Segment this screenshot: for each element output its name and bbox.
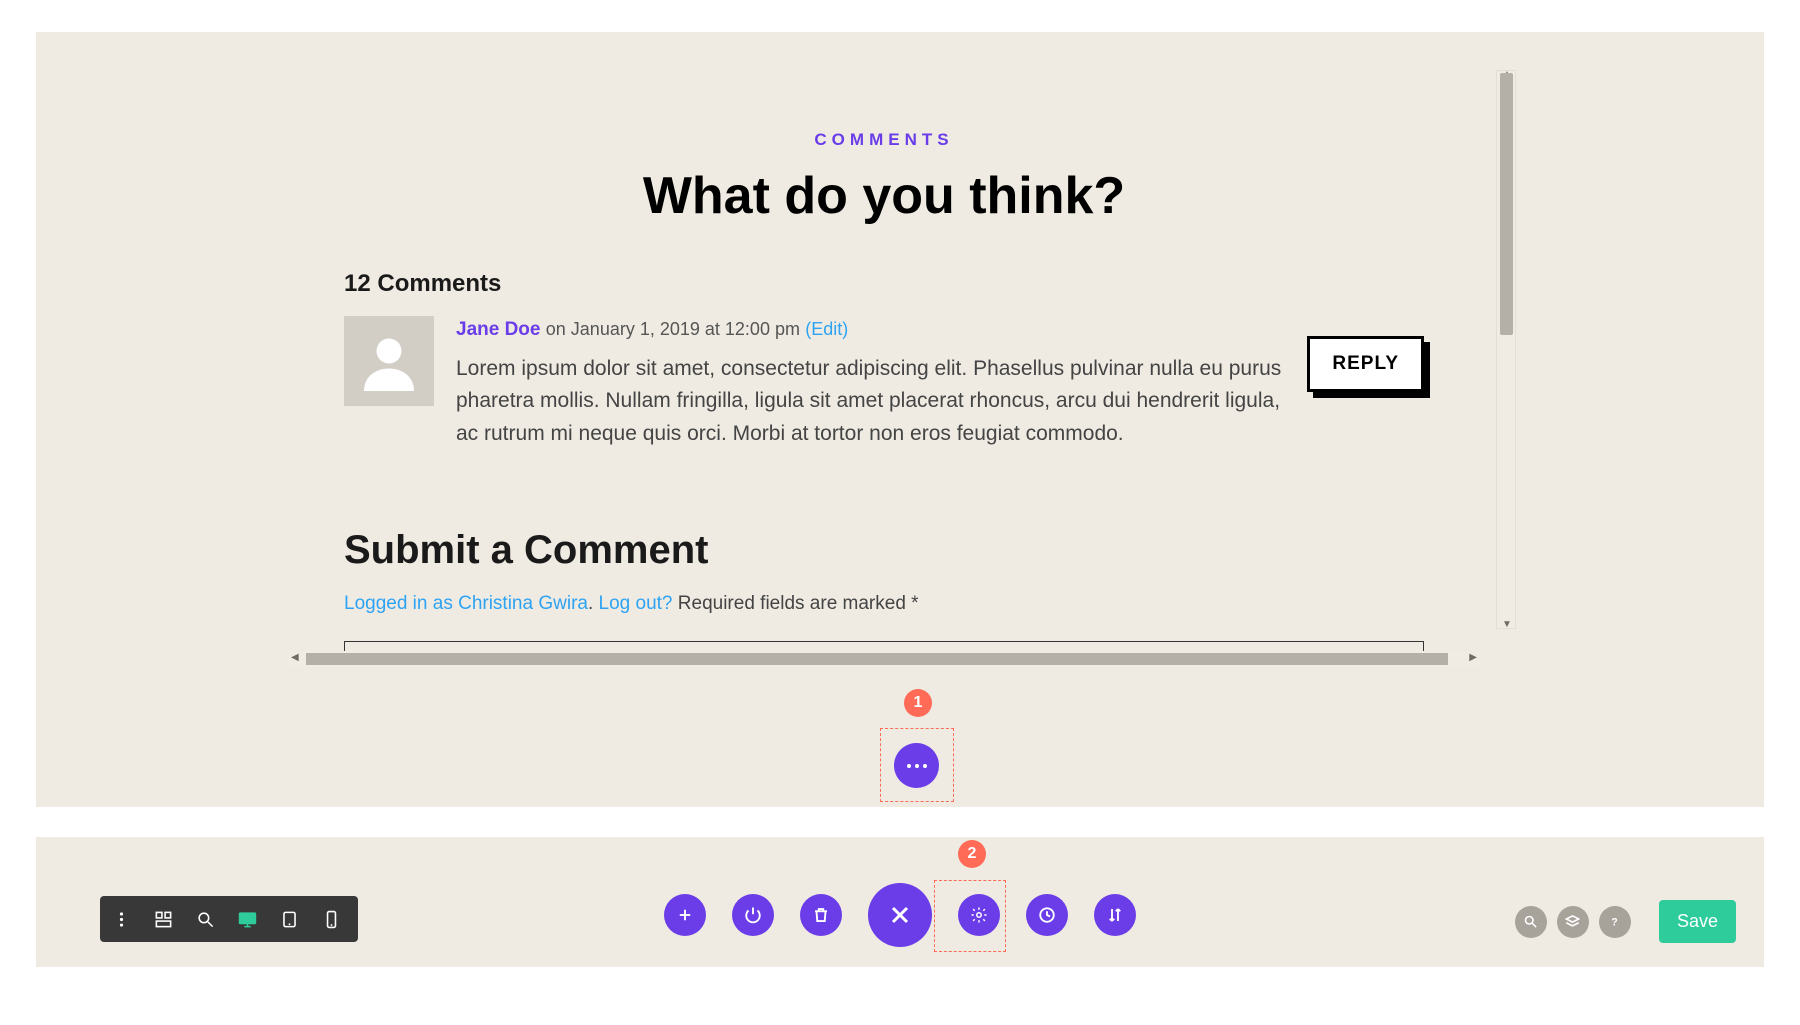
desktop-view-button[interactable]	[226, 896, 268, 942]
close-button[interactable]	[868, 883, 932, 947]
wireframe-view-button[interactable]	[142, 896, 184, 942]
comment-item: Jane Doe on January 1, 2019 at 12:00 pm …	[344, 316, 1424, 450]
reply-button[interactable]: REPLY	[1307, 336, 1424, 392]
horizontal-scrollbar-thumb[interactable]	[306, 653, 1448, 665]
module-more-button[interactable]	[894, 743, 939, 788]
annotation-badge-2: 2	[958, 840, 986, 868]
menu-button[interactable]	[100, 896, 142, 942]
center-action-buttons	[664, 883, 1136, 947]
history-button[interactable]	[1026, 894, 1068, 936]
editor-bottom-bar: ? Save	[36, 837, 1764, 967]
comment-author-link[interactable]: Jane Doe	[456, 319, 540, 340]
vertical-scrollbar-thumb[interactable]	[1500, 73, 1513, 335]
comment-body: Lorem ipsum dolor sit amet, consectetur …	[456, 353, 1287, 451]
layers-button[interactable]	[1557, 906, 1589, 938]
submit-heading: Submit a Comment	[344, 528, 1480, 573]
search-button[interactable]	[1515, 906, 1547, 938]
horizontal-scrollbar[interactable]: ◀ ▶	[288, 651, 1480, 667]
ellipsis-icon	[907, 764, 911, 768]
comment-date: January 1, 2019 at 12:00 pm	[571, 319, 800, 339]
edit-comment-link[interactable]: (Edit)	[805, 319, 848, 339]
add-button[interactable]	[664, 894, 706, 936]
editor-canvas: COMMENTS What do you think? 12 Comments …	[36, 32, 1764, 807]
zoom-button[interactable]	[184, 896, 226, 942]
avatar	[344, 316, 434, 406]
scroll-left-arrow[interactable]: ◀	[291, 652, 299, 663]
required-fields-note: Required fields are marked *	[673, 593, 919, 614]
annotation-badge-1: 1	[904, 689, 932, 717]
comment-meta: Jane Doe on January 1, 2019 at 12:00 pm …	[456, 316, 1287, 345]
phone-view-button[interactable]	[310, 896, 352, 942]
period: .	[588, 593, 599, 614]
comment-content: Jane Doe on January 1, 2019 at 12:00 pm …	[456, 316, 1287, 450]
comment-date-prefix: on	[546, 319, 571, 339]
logout-link[interactable]: Log out?	[599, 593, 673, 614]
scroll-down-arrow[interactable]: ▼	[1502, 619, 1512, 630]
comments-count: 12 Comments	[344, 270, 1480, 298]
sort-button[interactable]	[1094, 894, 1136, 936]
right-action-cluster: ? Save	[1515, 900, 1736, 943]
scroll-right-arrow[interactable]: ▶	[1469, 652, 1477, 663]
logged-in-status: Logged in as Christina Gwira. Log out? R…	[344, 593, 1480, 615]
left-toolbar	[100, 896, 358, 942]
save-button[interactable]: Save	[1659, 900, 1736, 943]
section-eyebrow: COMMENTS	[288, 130, 1480, 150]
logged-in-user-link[interactable]: Logged in as Christina Gwira	[344, 593, 588, 614]
tablet-view-button[interactable]	[268, 896, 310, 942]
svg-text:?: ?	[1612, 916, 1618, 928]
power-button[interactable]	[732, 894, 774, 936]
help-button[interactable]: ?	[1599, 906, 1631, 938]
annotation-highlight-2	[934, 880, 1006, 952]
delete-button[interactable]	[800, 894, 842, 936]
section-heading: What do you think?	[288, 166, 1480, 226]
vertical-scrollbar[interactable]: ▲ ▼	[1496, 70, 1516, 629]
page-preview: COMMENTS What do you think? 12 Comments …	[288, 70, 1480, 658]
